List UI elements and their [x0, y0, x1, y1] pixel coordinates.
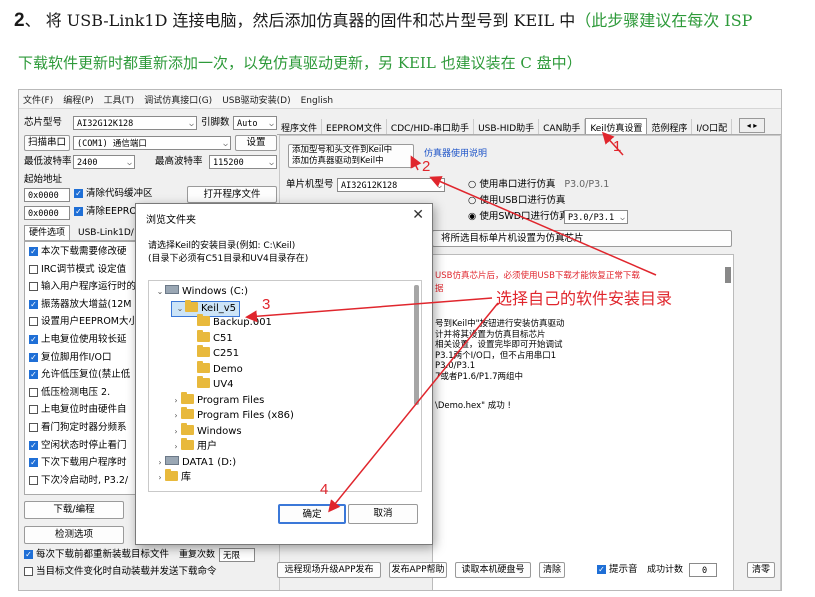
annotation-2: 2	[422, 158, 431, 175]
arrow-callout-folder	[245, 297, 493, 323]
arrow-2	[410, 155, 422, 171]
arrow-callout-add	[429, 176, 657, 276]
annotation-1: 1	[613, 138, 622, 155]
annotation-4: 4	[320, 481, 329, 498]
annotation-3: 3	[262, 296, 271, 313]
arrow-4	[328, 302, 499, 513]
callout-text: 选择自己的软件安装目录	[496, 289, 673, 308]
annotation-arrows	[245, 131, 657, 513]
